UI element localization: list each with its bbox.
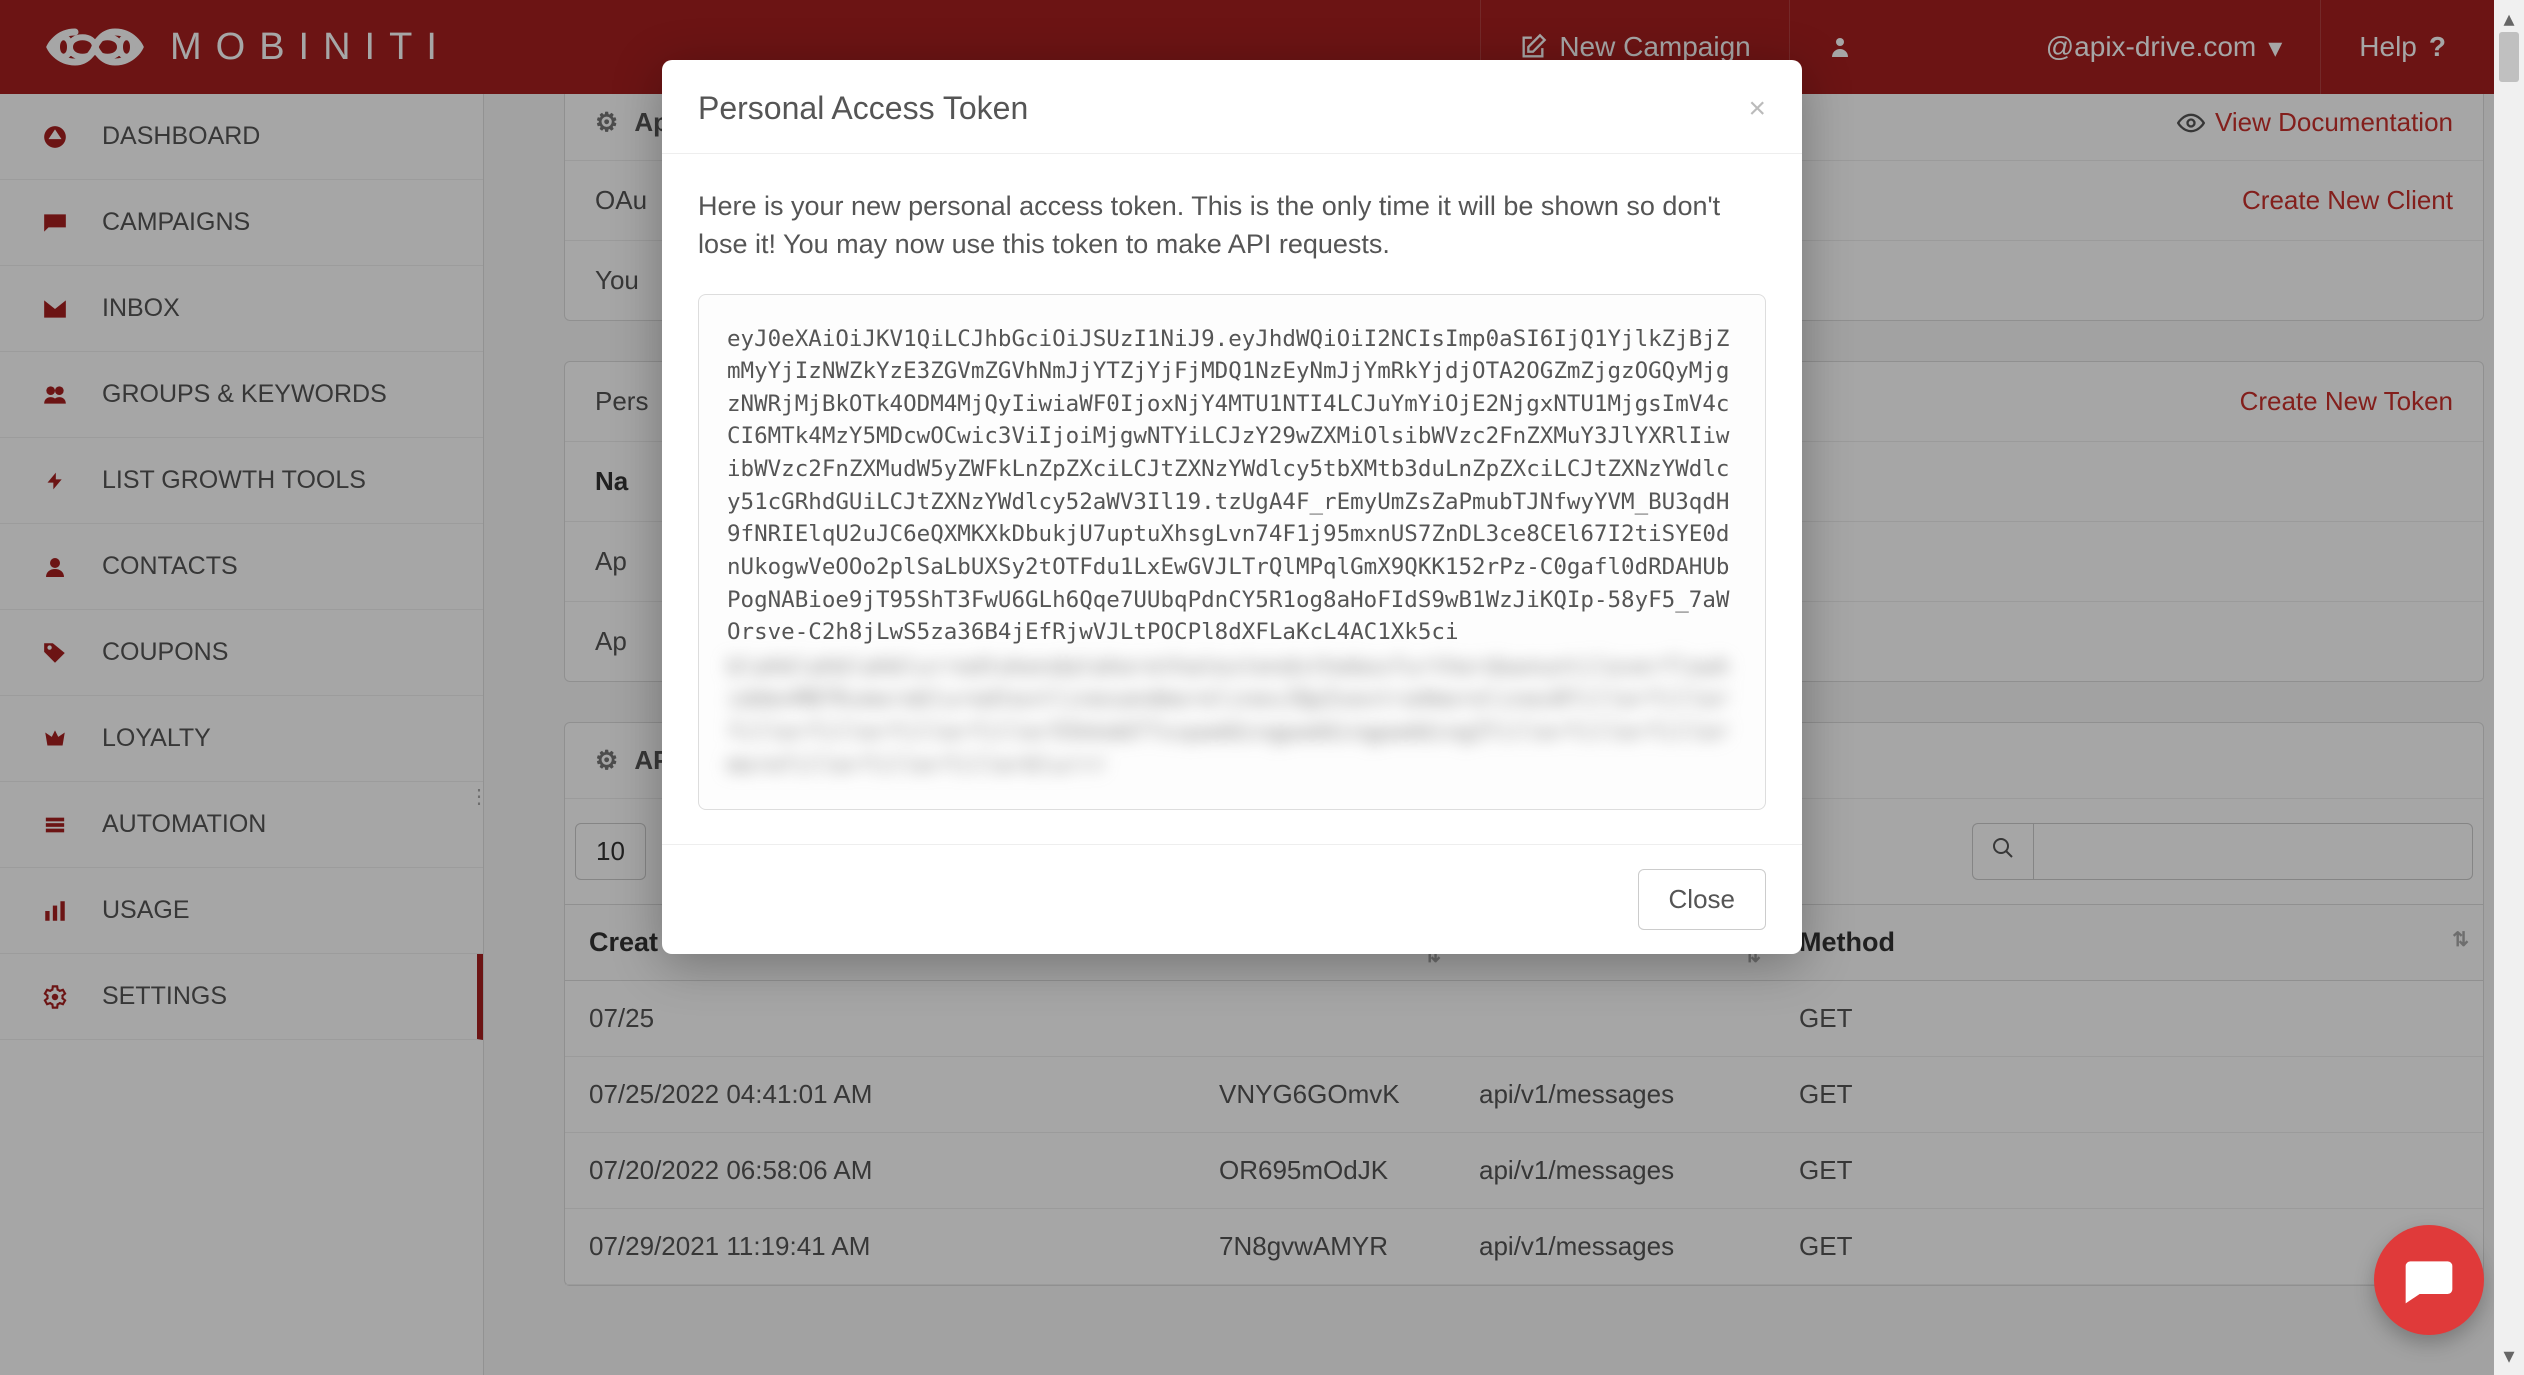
vertical-scrollbar[interactable]: ▴ ▾ (2494, 0, 2524, 1375)
modal-title: Personal Access Token (698, 90, 1028, 127)
token-text: eyJ0eXAiOiJKV1QiLCJhbGciOiJSUzI1NiJ9.eyJ… (727, 323, 1737, 649)
token-modal: Personal Access Token × Here is your new… (662, 60, 1802, 954)
close-icon[interactable]: × (1748, 92, 1766, 126)
modal-header: Personal Access Token × (662, 60, 1802, 154)
chat-icon (2401, 1252, 2457, 1308)
scroll-thumb[interactable] (2499, 32, 2519, 82)
scroll-down-icon[interactable]: ▾ (2503, 1337, 2514, 1375)
token-display[interactable]: eyJ0eXAiOiJKV1QiLCJhbGciOiJSUzI1NiJ9.eyJ… (698, 294, 1766, 811)
modal-message: Here is your new personal access token. … (698, 188, 1766, 264)
chat-launcher[interactable] (2374, 1225, 2484, 1335)
token-blurred: blahblahblahblurredtokendataherethatexte… (727, 651, 1737, 782)
close-button[interactable]: Close (1638, 869, 1766, 930)
